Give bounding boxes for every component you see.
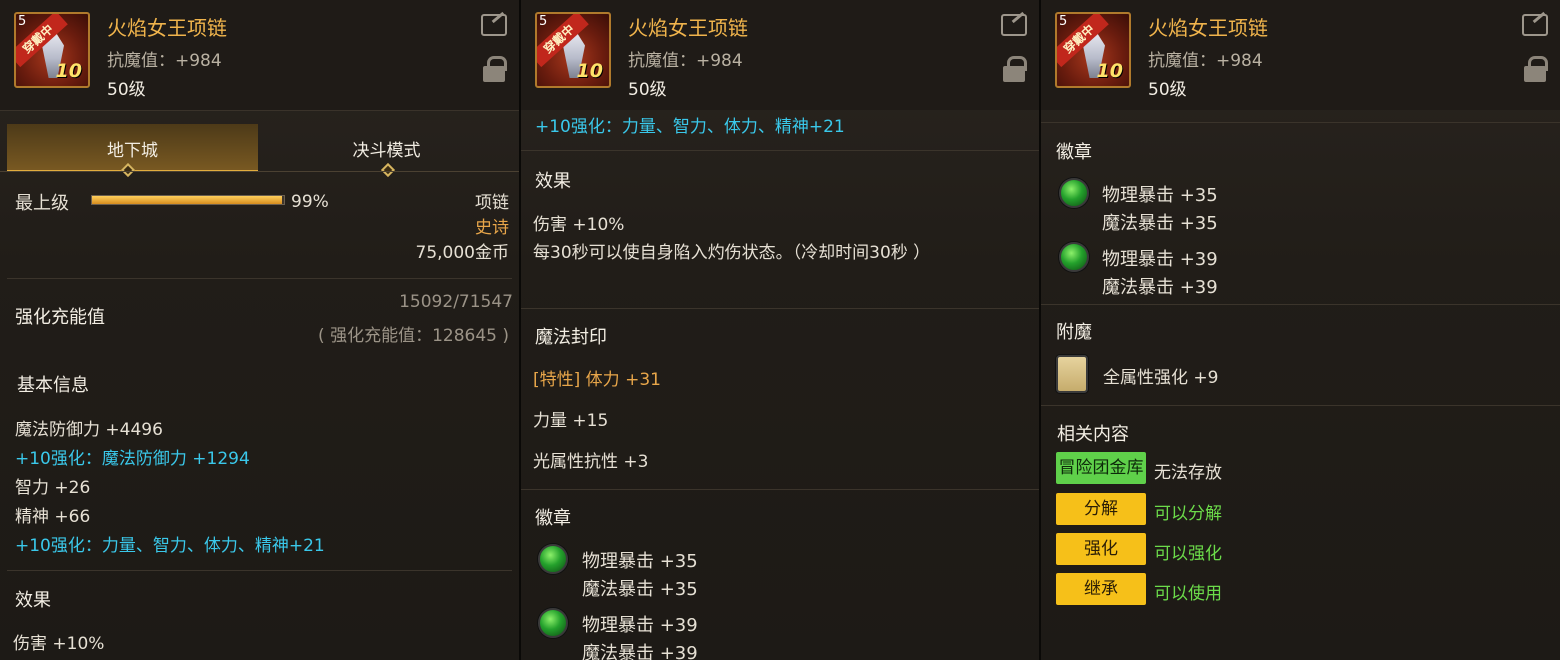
tab-dungeon[interactable]: 地下城 — [7, 136, 258, 161]
green-emblem-orb-icon — [538, 544, 568, 574]
charge-total: ( 强化充能值：128645 ) — [318, 326, 509, 346]
enhance-level: 10 — [576, 60, 603, 82]
item-tooltip-panel-3: 穿戴中 5 10 火焰女王项链 抗魔值：+984 50级 徽章 物理暴击 +35… — [1041, 0, 1560, 660]
inherit-status: 可以使用 — [1154, 584, 1222, 604]
divider — [521, 308, 1039, 309]
disassemble-button[interactable]: 分解 — [1056, 493, 1146, 525]
emblem-title: 徽章 — [535, 508, 571, 529]
related-title: 相关内容 — [1057, 424, 1129, 445]
divider — [7, 278, 512, 279]
emblem-1-line2: 魔法暴击 +39 — [582, 643, 698, 660]
grade-label: 最上级 — [15, 193, 69, 214]
icon-corner-digit: 5 — [1059, 14, 1068, 29]
tabs-divider — [0, 171, 519, 172]
grade-bar — [91, 195, 285, 205]
inherit-button[interactable]: 继承 — [1056, 573, 1146, 605]
lock-icon[interactable] — [483, 56, 507, 82]
item-tooltip-panel-1: 穿戴中 5 10 火焰女王项链 抗魔值：+984 50级 地下城 决斗模式 最上… — [0, 0, 519, 660]
charge-progress: 15092/71547 — [399, 292, 513, 312]
basic-info-title: 基本信息 — [17, 375, 89, 396]
icon-corner-digit: 5 — [539, 14, 548, 29]
slot-type: 项链 — [475, 193, 509, 213]
item-name: 火焰女王项链 — [1148, 16, 1268, 40]
lock-icon[interactable] — [1524, 56, 1548, 82]
adventure-vault-button[interactable]: 冒险团金库 — [1056, 452, 1146, 484]
effect-line-0: 伤害 +10% — [533, 215, 625, 235]
resist-value: 抗魔值：+984 — [107, 51, 222, 71]
divider — [1041, 304, 1560, 305]
basic-line-4: +10强化：力量、智力、体力、精神+21 — [15, 536, 325, 556]
icon-corner-digit: 5 — [18, 14, 27, 29]
item-level: 50级 — [107, 80, 146, 100]
item-name: 火焰女王项链 — [107, 16, 227, 40]
item-level: 50级 — [1148, 80, 1187, 100]
effect-line-cut: 伤害 +10% — [13, 634, 105, 654]
item-name: 火焰女王项链 — [628, 16, 748, 40]
emblem-0-line1: 物理暴击 +35 — [1102, 185, 1218, 206]
seal-title: 魔法封印 — [535, 327, 607, 348]
divider — [521, 489, 1039, 490]
necklace-item-icon: 穿戴中 5 10 — [535, 12, 611, 88]
item-tooltip-panel-2: 穿戴中 5 10 火焰女王项链 抗魔值：+984 50级 +10强化：力量、智力… — [521, 0, 1039, 660]
green-emblem-orb-icon — [1059, 242, 1089, 272]
grade-bar-fill — [92, 196, 283, 204]
share-icon[interactable] — [1522, 14, 1548, 36]
enhance-line: +10强化：力量、智力、体力、精神+21 — [535, 117, 845, 137]
enchant-value: 全属性强化 +9 — [1103, 368, 1219, 388]
divider — [7, 570, 512, 571]
effect-line-1: 每30秒可以使自身陷入灼伤状态。（冷却时间30秒 ） — [533, 243, 931, 263]
resist-value: 抗魔值：+984 — [628, 51, 743, 71]
price: 75,000金币 — [415, 243, 509, 263]
divider — [1041, 122, 1560, 123]
enchant-title: 附魔 — [1056, 322, 1092, 343]
emblem-title: 徽章 — [1056, 142, 1092, 163]
disassemble-status: 可以分解 — [1154, 504, 1222, 524]
enhance-level: 10 — [1096, 60, 1123, 82]
basic-line-2: 智力 +26 — [15, 478, 91, 498]
item-level: 50级 — [628, 80, 667, 100]
enhance-level: 10 — [55, 60, 82, 82]
rarity: 史诗 — [475, 218, 509, 238]
seal-line-0: [特性] 体力 +31 — [533, 370, 661, 390]
tab-duel-indicator-icon — [380, 162, 396, 178]
header-divider — [0, 110, 519, 111]
enhance-button[interactable]: 强化 — [1056, 533, 1146, 565]
enchant-card-icon — [1056, 355, 1088, 393]
basic-line-1: +10强化：魔法防御力 +1294 — [15, 449, 250, 469]
enhance-status: 可以强化 — [1154, 544, 1222, 564]
emblem-0-line2: 魔法暴击 +35 — [1102, 213, 1218, 234]
share-icon[interactable] — [1001, 14, 1027, 36]
emblem-1-line1: 物理暴击 +39 — [1102, 249, 1218, 270]
item-header: 穿戴中 5 10 火焰女王项链 抗魔值：+984 50级 — [0, 0, 519, 110]
divider — [1041, 405, 1560, 406]
adventure-vault-status: 无法存放 — [1154, 463, 1222, 483]
emblem-0-line1: 物理暴击 +35 — [582, 551, 698, 572]
seal-line-1: 力量 +15 — [533, 411, 609, 431]
basic-line-3: 精神 +66 — [15, 507, 91, 527]
necklace-item-icon: 穿戴中 5 10 — [14, 12, 90, 88]
emblem-1-line1: 物理暴击 +39 — [582, 615, 698, 636]
grade-percent: 99% — [291, 192, 329, 212]
item-header: 穿戴中 5 10 火焰女王项链 抗魔值：+984 50级 — [1041, 0, 1560, 110]
green-emblem-orb-icon — [1059, 178, 1089, 208]
necklace-item-icon: 穿戴中 5 10 — [1055, 12, 1131, 88]
charge-title: 强化充能值 — [15, 307, 105, 328]
basic-line-0: 魔法防御力 +4496 — [15, 420, 163, 440]
emblem-0-line2: 魔法暴击 +35 — [582, 579, 698, 600]
effect-title: 效果 — [15, 590, 51, 611]
resist-value: 抗魔值：+984 — [1148, 51, 1263, 71]
tab-duel[interactable]: 决斗模式 — [261, 136, 512, 161]
share-icon[interactable] — [481, 14, 507, 36]
green-emblem-orb-icon — [538, 608, 568, 638]
item-header: 穿戴中 5 10 火焰女王项链 抗魔值：+984 50级 — [521, 0, 1039, 110]
effect-title: 效果 — [535, 171, 571, 192]
emblem-1-line2: 魔法暴击 +39 — [1102, 277, 1218, 298]
seal-line-2: 光属性抗性 +3 — [533, 452, 649, 472]
lock-icon[interactable] — [1003, 56, 1027, 82]
mode-tabs: 地下城 决斗模式 — [7, 124, 512, 178]
divider — [521, 150, 1039, 151]
